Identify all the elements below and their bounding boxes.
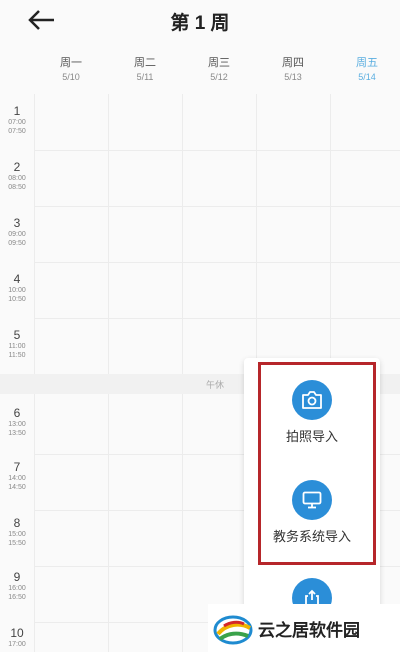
- watermark-text: 云之居软件园: [258, 621, 360, 640]
- grid-line: [34, 150, 400, 151]
- grid-line: [108, 94, 109, 652]
- grid-line: [34, 318, 400, 319]
- grid-line: [34, 262, 400, 263]
- grid-line: [182, 94, 183, 652]
- day-tue: 周二 5/11: [108, 54, 182, 82]
- day-mon: 周一 5/10: [34, 54, 108, 82]
- day-date: 5/14: [358, 72, 376, 82]
- grid-line: [34, 206, 400, 207]
- page-title: 第 1 周: [170, 13, 230, 34]
- logo-icon: [212, 610, 254, 652]
- watermark: 云之居软件园: [208, 604, 400, 652]
- day-date: 5/11: [136, 72, 154, 82]
- day-name: 周五: [356, 57, 378, 69]
- day-name: 周一: [60, 57, 82, 69]
- period-label: 5 11:00 11:50: [8, 328, 26, 359]
- day-thu: 周四 5/13: [256, 54, 330, 82]
- period-label: 3 09:00 09:50: [8, 216, 26, 247]
- day-date: 5/12: [210, 72, 228, 82]
- day-date: 5/10: [62, 72, 80, 82]
- day-header-row: 周一 5/10 周二 5/11 周三 5/12 周四 5/13 周五 5/14: [0, 54, 400, 94]
- top-bar: 第 1 周: [0, 0, 400, 44]
- period-label: 8 15:00 15:50: [8, 516, 26, 547]
- period-label: 9 16:00 16:50: [8, 570, 26, 601]
- day-date: 5/13: [284, 72, 302, 82]
- day-name: 周四: [282, 57, 304, 69]
- period-label: 6 13:00 13:50: [8, 406, 26, 437]
- day-name: 周三: [208, 57, 230, 69]
- highlight-box: [258, 362, 376, 565]
- period-label: 1 07:00 07:50: [8, 104, 26, 135]
- period-label: 10 17:00: [8, 626, 26, 648]
- period-label: 4 10:00 10:50: [8, 272, 26, 303]
- day-name: 周二: [134, 57, 156, 69]
- day-fri: 周五 5/14: [330, 54, 400, 82]
- grid-line: [34, 94, 35, 652]
- day-wed: 周三 5/12: [182, 54, 256, 82]
- period-label: 2 08:00 08:50: [8, 160, 26, 191]
- period-label: 7 14:00 14:50: [8, 460, 26, 491]
- noon-break-label: 午休: [206, 380, 225, 390]
